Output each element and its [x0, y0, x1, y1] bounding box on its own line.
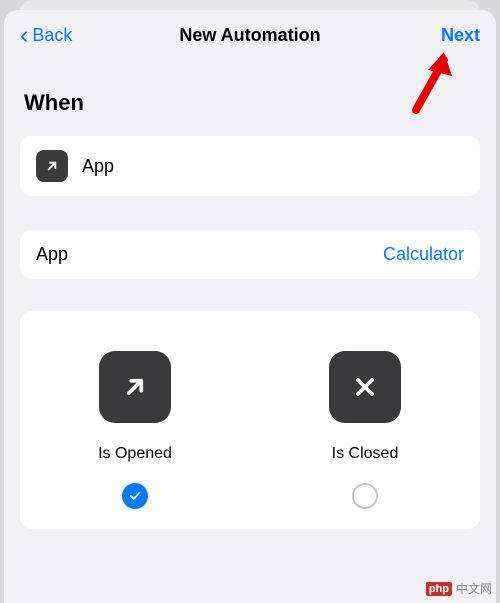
back-label: Back: [32, 25, 72, 46]
radio-opened[interactable]: [122, 483, 148, 509]
app-picker-label: App: [36, 244, 68, 265]
trigger-label: App: [82, 156, 114, 177]
option-opened-label: Is Opened: [98, 445, 172, 463]
nav-title: New Automation: [4, 25, 496, 46]
option-closed-label: Is Closed: [332, 445, 399, 463]
watermark-text: 中文网: [456, 580, 492, 597]
app-picker-cell[interactable]: App Calculator: [20, 230, 480, 279]
back-button[interactable]: ‹ Back: [20, 23, 72, 48]
nav-bar: ‹ Back New Automation Next: [4, 10, 496, 60]
automation-sheet: ‹ Back New Automation Next When App App …: [4, 10, 496, 603]
option-is-opened[interactable]: Is Opened: [20, 351, 250, 509]
x-close-icon: [329, 351, 401, 423]
next-button[interactable]: Next: [441, 25, 480, 46]
radio-closed[interactable]: [352, 483, 378, 509]
chevron-left-icon: ‹: [20, 23, 28, 48]
watermark-logo-icon: php: [426, 582, 452, 596]
open-close-options: Is Opened Is Closed: [20, 311, 480, 529]
arrow-up-right-icon: [99, 351, 171, 423]
app-picker-value: Calculator: [383, 244, 464, 265]
app-open-icon: [36, 150, 68, 182]
when-section-title: When: [4, 60, 496, 126]
watermark: php 中文网: [426, 580, 492, 597]
option-is-closed[interactable]: Is Closed: [250, 351, 480, 509]
trigger-cell[interactable]: App: [20, 136, 480, 196]
